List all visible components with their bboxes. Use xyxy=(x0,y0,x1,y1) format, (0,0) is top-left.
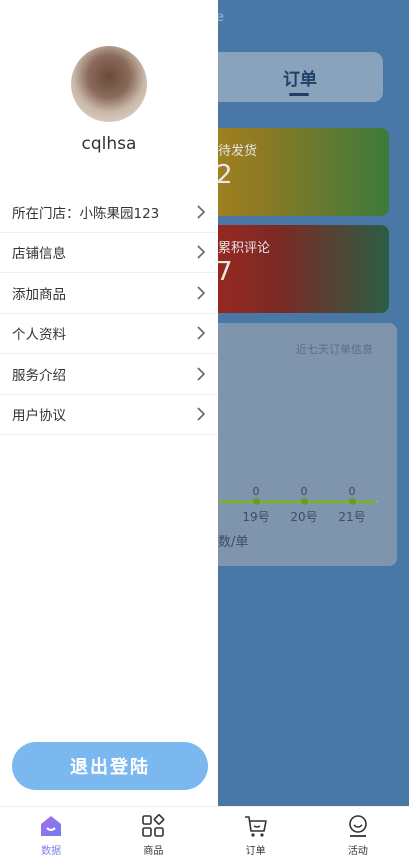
chart-x-tick-label: 21号 xyxy=(338,510,366,524)
menu-item-profile[interactable]: 个人资料 xyxy=(0,314,218,354)
chevron-right-icon xyxy=(197,326,206,340)
chart-point xyxy=(301,498,308,505)
chart-x-tick-label: 20号 xyxy=(290,510,318,524)
chevron-right-icon xyxy=(197,367,206,381)
grid-icon xyxy=(142,814,165,837)
chart-value-label: 0 xyxy=(348,485,356,498)
chevron-right-icon xyxy=(197,205,206,219)
house-icon xyxy=(41,816,62,836)
tab-data[interactable]: 数据 xyxy=(0,807,102,858)
menu-item-label: 所在门店：小陈果园123 xyxy=(12,205,160,222)
person-icon xyxy=(349,815,367,837)
chart-value-label: 0 xyxy=(300,485,308,498)
menu-item-agreement[interactable]: 用户协议 xyxy=(0,395,218,435)
tab-label: 商品 xyxy=(143,846,164,857)
chart-point xyxy=(349,498,356,505)
menu-item-label: 服务介绍 xyxy=(12,367,66,384)
chart-value-label: 0 xyxy=(252,485,260,498)
chart-point xyxy=(253,498,260,505)
tab-order[interactable]: 订单 xyxy=(278,65,322,90)
menu-item-label: 店铺信息 xyxy=(12,246,66,263)
chart-x-tick-label: 19号 xyxy=(242,510,270,524)
tab-orders[interactable]: 订单 xyxy=(205,807,307,858)
menu-item-store[interactable]: 所在门店：小陈果园123 xyxy=(0,192,218,233)
drawer-menu: 所在门店：小陈果园123 店铺信息 添加商品 个人资料 服务介绍 用户协议 xyxy=(0,192,218,435)
menu-item-label: 添加商品 xyxy=(12,286,66,303)
tab-products[interactable]: 商品 xyxy=(102,807,204,858)
menu-item-service[interactable]: 服务介绍 xyxy=(0,354,218,395)
bottom-tab-bar: 数据 商品 订单 活动 xyxy=(0,806,409,858)
tab-activities[interactable]: 活动 xyxy=(307,807,409,858)
chevron-right-icon xyxy=(197,407,206,421)
side-drawer: cqlhsa 所在门店：小陈果园123 店铺信息 添加商品 个人资料 服务介绍 … xyxy=(0,0,218,806)
logout-button[interactable]: 退出登陆 xyxy=(12,742,208,790)
chart-title: 近七天订单信息 xyxy=(296,343,373,356)
tab-order-indicator xyxy=(289,93,309,96)
card-value: 2 xyxy=(216,160,233,190)
username: cqlhsa xyxy=(81,134,137,154)
chevron-right-icon xyxy=(197,286,206,300)
chart-y-label: 数/单 xyxy=(218,535,249,550)
menu-item-label: 个人资料 xyxy=(12,327,66,344)
cart-icon xyxy=(244,816,267,837)
tab-label: 订单 xyxy=(245,846,266,857)
menu-item-shop-info[interactable]: 店铺信息 xyxy=(0,233,218,273)
card-title: 累积评论 xyxy=(218,241,271,256)
menu-item-label: 用户协议 xyxy=(12,408,66,425)
card-value: 7 xyxy=(216,257,233,287)
menu-item-add-product[interactable]: 添加商品 xyxy=(0,273,218,314)
tab-label: 数据 xyxy=(41,846,62,857)
avatar[interactable] xyxy=(71,46,147,122)
chevron-right-icon xyxy=(197,245,206,259)
tab-label: 活动 xyxy=(347,846,368,857)
card-title: 待发货 xyxy=(218,144,258,159)
